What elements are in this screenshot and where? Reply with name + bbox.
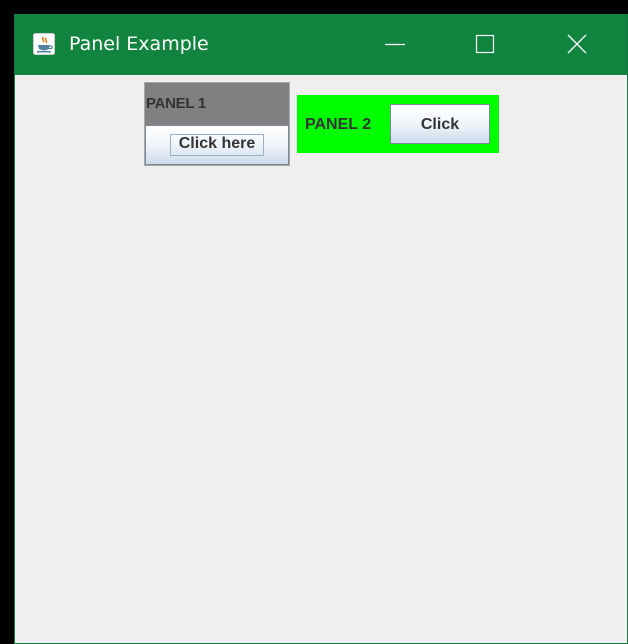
panel-1-label: PANEL 1	[146, 95, 206, 112]
panel-2-label: PANEL 2	[305, 116, 372, 133]
click-button[interactable]: Click	[390, 104, 490, 144]
panel-1-header: PANEL 1	[145, 83, 289, 125]
title-bar[interactable]: Panel Example	[15, 14, 627, 75]
minimize-button[interactable]	[367, 14, 423, 75]
click-here-button-label: Click here	[178, 135, 256, 152]
maximize-button[interactable]	[457, 14, 513, 75]
maximize-icon	[475, 34, 495, 54]
panel-1: PANEL 1 Click here	[144, 82, 290, 166]
panel-2: PANEL 2 Click	[297, 95, 499, 153]
click-here-button[interactable]: Click here	[145, 125, 289, 165]
minimize-icon	[385, 43, 405, 46]
window-title: Panel Example	[69, 33, 209, 55]
close-button[interactable]	[549, 14, 605, 75]
app-window: Panel Example PANEL 1 Click here PANEL 2…	[14, 14, 628, 644]
java-app-icon	[33, 33, 55, 55]
click-button-label: Click	[420, 116, 460, 133]
close-icon	[567, 34, 587, 54]
